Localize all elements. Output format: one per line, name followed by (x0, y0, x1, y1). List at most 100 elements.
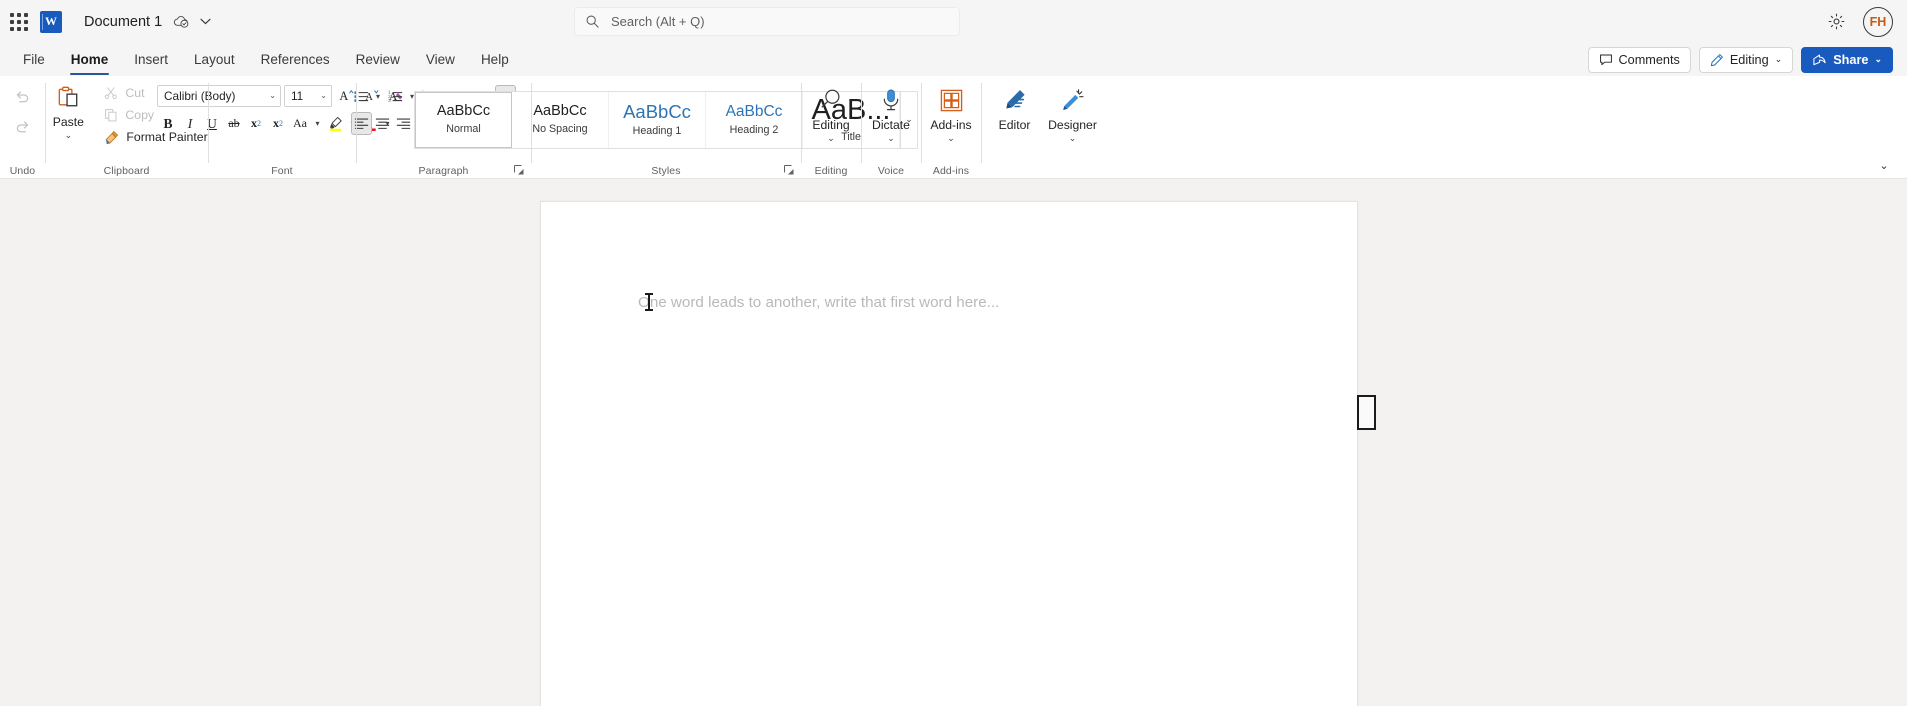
svg-text:3: 3 (387, 98, 390, 104)
search-container (574, 7, 960, 36)
ribbon-group-font: Calibri (Body) ⌄ 11 ⌄ A A A B I U ab x 2… (157, 76, 402, 179)
chevron-down-icon: ⌄ (1774, 54, 1783, 64)
editing-button-label: Editing (812, 118, 850, 132)
document-canvas[interactable]: One word leads to another, write that fi… (0, 179, 1907, 706)
chevron-down-icon: ⌄ (887, 133, 895, 143)
style-no-spacing[interactable]: AaBbCc No Spacing (512, 91, 609, 148)
ribbon-group-label-styles: Styles (651, 165, 681, 177)
redo-button[interactable] (8, 112, 38, 140)
tab-insert[interactable]: Insert (121, 43, 181, 76)
style-normal[interactable]: AaBbCc Normal (415, 91, 512, 148)
undo-button[interactable] (8, 82, 38, 110)
document-title[interactable]: Document 1 (84, 14, 162, 30)
cut-label: Cut (125, 86, 145, 100)
paragraph-dialog-launcher[interactable] (512, 163, 526, 177)
style-name: Heading 1 (632, 125, 682, 138)
ribbon-group-undo: Undo (0, 76, 45, 179)
style-name: Heading 2 (729, 123, 779, 136)
document-page[interactable]: One word leads to another, write that fi… (540, 201, 1358, 706)
change-case-chevron-down-icon[interactable]: ▾ (311, 112, 324, 135)
style-heading-2[interactable]: AaBbCc Heading 2 (706, 91, 803, 148)
style-sample: AaBbCc (533, 103, 587, 120)
italic-button[interactable]: I (179, 112, 201, 135)
styles-dialog-launcher[interactable] (782, 163, 796, 177)
style-name: Normal (446, 122, 481, 135)
editing-button[interactable]: Editing ⌄ (802, 80, 860, 144)
addins-button-label: Add-ins (930, 118, 972, 132)
titlebar-right-actions: FH (1823, 0, 1893, 43)
ribbon-group-label-undo: Undo (9, 165, 36, 177)
tab-view[interactable]: View (413, 43, 468, 76)
editor-button[interactable]: Editor (986, 80, 1044, 132)
change-case-button[interactable]: Aa (289, 112, 311, 135)
ribbon-tabs: File Home Insert Layout References Revie… (0, 43, 522, 76)
chevron-down-icon: ⌄ (1068, 133, 1077, 143)
style-heading-1[interactable]: AaBbCc Heading 1 (609, 91, 706, 148)
share-label: Share (1833, 52, 1869, 67)
dictate-button-label: Dictate (872, 118, 910, 132)
ribbon-collapse-chevron-down-icon[interactable]: ⌄ (1873, 155, 1895, 175)
editing-mode-label: Editing (1729, 52, 1769, 67)
align-center-icon[interactable] (372, 112, 393, 135)
app-launcher-icon[interactable] (10, 12, 28, 31)
underline-button[interactable]: U (201, 112, 223, 135)
user-avatar[interactable]: FH (1863, 6, 1893, 37)
chevron-down-icon: ⌄ (320, 91, 327, 100)
superscript-button[interactable]: x2 (267, 112, 289, 135)
tab-layout[interactable]: Layout (181, 43, 248, 76)
align-left-icon[interactable] (350, 112, 372, 135)
text-highlight-color-button[interactable] (324, 112, 346, 135)
tab-bar-actions: Comments Editing ⌄ Share ⌄ (1587, 46, 1907, 73)
align-right-icon[interactable] (393, 112, 414, 135)
ribbon-group-label-addins: Add-ins (932, 165, 970, 177)
tab-review[interactable]: Review (343, 43, 413, 76)
document-placeholder-text: One word leads to another, write that fi… (638, 294, 1000, 311)
bullets-chevron-down-icon[interactable]: ▾ (372, 85, 385, 108)
strikethrough-button[interactable]: ab (223, 112, 245, 135)
comments-button[interactable]: Comments (1587, 46, 1691, 73)
search-icon (585, 14, 600, 29)
font-name-combobox[interactable]: Calibri (Body) ⌄ (157, 84, 281, 107)
scissors-icon (104, 86, 118, 100)
editing-mode-button[interactable]: Editing ⌄ (1698, 46, 1794, 73)
gear-icon[interactable] (1823, 9, 1849, 35)
cloud-check-icon[interactable] (172, 13, 190, 31)
font-size-combobox[interactable]: 11 ⌄ (284, 84, 332, 107)
copy-icon (104, 108, 118, 122)
microphone-icon (878, 85, 904, 115)
ribbon-group-addins: Add-ins ⌄ Add-ins (921, 76, 981, 179)
designer-wand-icon (1060, 85, 1086, 115)
ribbon-group-voice: Dictate ⌄ Voice (861, 76, 921, 179)
word-logo-icon[interactable]: W (40, 10, 62, 33)
ribbon: Undo Paste ⌄ Cut Copy Format Painter Cli… (0, 76, 1907, 179)
share-button[interactable]: Share ⌄ (1801, 46, 1893, 73)
page-side-handle[interactable] (1357, 395, 1376, 430)
ribbon-group-label-voice: Voice (877, 165, 905, 177)
search-box[interactable] (574, 7, 960, 36)
font-name-value: Calibri (Body) (164, 88, 236, 103)
chevron-down-icon: ⌄ (269, 91, 276, 100)
editor-pen-icon (1002, 85, 1028, 115)
tab-references[interactable]: References (248, 43, 343, 76)
format-painter-icon (104, 130, 119, 145)
dictate-button[interactable]: Dictate ⌄ (862, 80, 920, 144)
bold-button[interactable]: B (157, 112, 179, 135)
document-title-chevron-down-icon[interactable] (200, 18, 211, 25)
subscript-button[interactable]: x2 (245, 112, 267, 135)
tab-file[interactable]: File (10, 43, 58, 76)
search-input[interactable] (609, 8, 929, 35)
style-name: No Spacing (532, 122, 588, 135)
copy-label: Copy (125, 108, 155, 122)
tab-help[interactable]: Help (468, 43, 522, 76)
paste-button[interactable]: Paste ⌄ (40, 80, 96, 141)
numbered-list-icon[interactable]: 123 (385, 85, 406, 108)
addins-button[interactable]: Add-ins ⌄ (922, 80, 980, 144)
ribbon-group-styles: AaBbCc Normal AaBbCc No Spacing AaBbCc H… (414, 76, 918, 179)
tab-home[interactable]: Home (58, 43, 122, 76)
title-bar: W Document 1 Search (Alt + Q) FH (0, 0, 1907, 43)
text-ibeam-cursor (645, 293, 653, 311)
bulleted-list-icon[interactable] (351, 85, 372, 108)
comments-label: Comments (1618, 52, 1680, 67)
designer-button[interactable]: Designer ⌄ (1044, 80, 1102, 144)
svg-text:A: A (339, 89, 348, 103)
